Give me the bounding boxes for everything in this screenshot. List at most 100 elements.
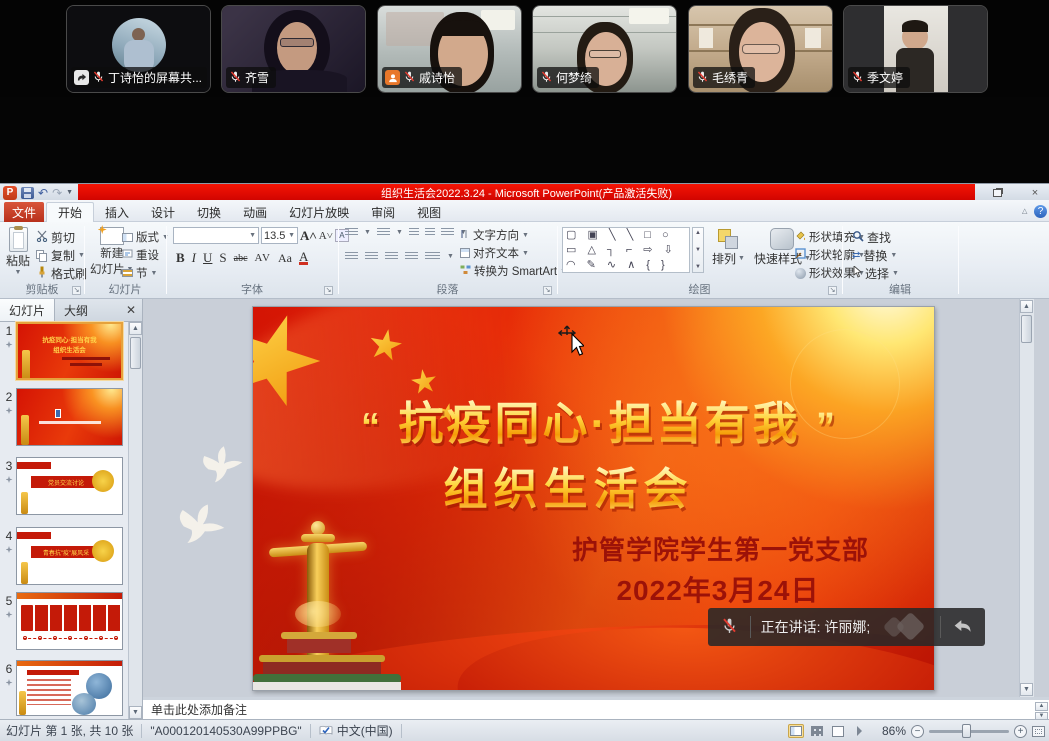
shapes-gallery[interactable]: ▢ ▣ ╲ ╲ □ ○ ▭ △ ┐ ⌐ ⇨ ⇩ ◠ ✎ ∿ ∧ { } — [562, 227, 690, 273]
zoom-out-button[interactable]: − — [911, 725, 924, 738]
participant-tile[interactable]: 毛绣青 — [688, 5, 833, 93]
tab-review[interactable]: 审阅 — [360, 202, 406, 222]
scroll-up-icon[interactable]: ▲ — [1020, 300, 1033, 313]
scrollbar-thumb[interactable] — [1021, 315, 1032, 343]
slide-date[interactable]: 2022年3月24日 — [583, 569, 853, 609]
reset-button[interactable]: 重设 — [122, 247, 159, 263]
zoom-in-button[interactable]: + — [1014, 725, 1027, 738]
format-painter-button[interactable]: 格式刷 — [36, 265, 87, 282]
convert-smartart-button[interactable]: 转换为 SmartArt▼ — [460, 263, 567, 279]
align-center-icon[interactable] — [365, 252, 378, 261]
animation-star-icon[interactable] — [6, 611, 13, 618]
zoom-slider[interactable] — [929, 724, 1009, 738]
normal-view-button[interactable] — [788, 724, 804, 738]
decrease-indent-icon[interactable] — [409, 228, 419, 237]
strikethrough-button[interactable]: abc — [234, 253, 248, 264]
copy-button[interactable]: 复制▼ — [36, 247, 85, 264]
save-button[interactable] — [21, 187, 34, 199]
slide-sorter-button[interactable] — [809, 724, 825, 738]
participant-tile[interactable]: 齐雪 — [221, 5, 366, 93]
align-left-icon[interactable] — [345, 252, 358, 261]
slide-title-line2[interactable]: 组织生活会 — [253, 453, 884, 517]
bullets-icon[interactable] — [345, 228, 358, 237]
change-case-button[interactable]: Aa — [278, 251, 292, 266]
slide-thumbnail-2[interactable] — [16, 388, 123, 446]
paste-button[interactable]: 粘贴▼ — [6, 227, 30, 276]
font-dialog-launcher[interactable]: ↘ — [324, 286, 333, 295]
scroll-up-icon[interactable]: ▲ — [129, 322, 142, 335]
minimize-ribbon-icon[interactable]: △ — [1022, 208, 1031, 215]
section-button[interactable]: 节▼ — [122, 265, 157, 281]
help-icon[interactable]: ? — [1034, 205, 1047, 218]
align-right-icon[interactable] — [385, 252, 398, 261]
slide-thumbnail-1[interactable]: 抗疫同心·担当有我 组织生活会 — [16, 322, 123, 380]
panel-scrollbar[interactable]: ▲ ▼ — [128, 322, 142, 719]
italic-button[interactable]: I — [192, 250, 196, 266]
animation-star-icon[interactable] — [6, 476, 13, 483]
shapes-gallery-scroll[interactable]: ▲▼▼ — [692, 227, 704, 273]
cut-button[interactable]: 剪切 — [36, 229, 75, 246]
shadow-button[interactable]: S — [219, 250, 226, 266]
shapes-row[interactable]: ▭ △ ┐ ⌐ ⇨ ⇩ — [566, 243, 686, 258]
animation-star-icon[interactable] — [6, 679, 13, 686]
editor-scrollbar[interactable]: ▲ ▼ — [1019, 299, 1034, 697]
tab-insert[interactable]: 插入 — [94, 202, 140, 222]
zoom-slider-thumb[interactable] — [962, 724, 971, 738]
columns-icon[interactable] — [425, 252, 440, 261]
bold-button[interactable]: B — [176, 250, 185, 266]
panel-tab-slides[interactable]: 幻灯片 — [0, 299, 55, 321]
scroll-down-icon[interactable]: ▼ — [1020, 683, 1033, 696]
find-button[interactable]: 查找 — [852, 229, 891, 246]
notes-scrollbar[interactable]: ▲ ▼ — [1035, 702, 1048, 720]
participant-tile[interactable]: 戚诗怡 — [377, 5, 522, 93]
tab-slideshow[interactable]: 幻灯片放映 — [278, 202, 360, 222]
slideshow-button[interactable] — [851, 724, 867, 738]
tab-transitions[interactable]: 切换 — [186, 202, 232, 222]
shapes-row[interactable]: ▢ ▣ ╲ ╲ □ ○ — [566, 228, 686, 243]
tab-file[interactable]: 文件 — [4, 202, 44, 222]
replace-button[interactable]: ⇄ 替换▼ — [852, 247, 897, 264]
layout-button[interactable]: 版式▼ — [122, 229, 169, 245]
shapes-row[interactable]: ◠ ✎ ∿ ∧ { } — [566, 258, 686, 273]
underline-button[interactable]: U — [203, 250, 212, 266]
restore-window-button[interactable] — [989, 186, 1005, 199]
select-button[interactable]: 选择▼ — [852, 265, 899, 282]
character-spacing-button[interactable]: AV — [255, 252, 271, 264]
panel-close-icon[interactable]: ✕ — [120, 299, 142, 321]
font-color-button[interactable]: A — [299, 251, 308, 265]
notes-pane[interactable]: 单击此处添加备注 ▲ ▼ — [143, 697, 1049, 719]
mic-muted-icon[interactable] — [708, 617, 750, 637]
slide-title-line1[interactable]: “ 抗疫同心·担当有我 ” — [273, 387, 926, 452]
qat-customize-icon[interactable]: ▼ — [66, 189, 73, 196]
justify-icon[interactable] — [405, 252, 418, 261]
language-indicator[interactable]: 中文(中国) — [319, 722, 393, 739]
tab-view[interactable]: 视图 — [406, 202, 452, 222]
powerpoint-app-icon[interactable]: P — [3, 186, 17, 200]
drawing-dialog-launcher[interactable]: ↘ — [828, 286, 837, 295]
fit-to-window-button[interactable] — [1032, 726, 1045, 737]
tab-home[interactable]: 开始 — [46, 202, 94, 222]
slide-thumbnail-5[interactable] — [16, 592, 123, 650]
animation-star-icon[interactable] — [6, 407, 13, 414]
animation-star-icon[interactable] — [6, 341, 13, 348]
text-direction-button[interactable]: 文字方向▼ — [460, 227, 529, 243]
align-text-button[interactable]: 对齐文本▼ — [460, 245, 529, 261]
reply-arrow-icon[interactable] — [941, 618, 985, 637]
slide-thumbnail-3[interactable]: 党员交流讨论 — [16, 457, 123, 515]
line-spacing-icon[interactable] — [441, 228, 454, 237]
participant-tile[interactable]: 何梦绮 — [532, 5, 677, 93]
participant-tile[interactable]: 丁诗怡的屏幕共... — [66, 5, 211, 93]
tab-animations[interactable]: 动画 — [232, 202, 278, 222]
grow-font-button[interactable]: A˄ — [300, 228, 317, 244]
undo-button[interactable]: ↶ — [38, 187, 48, 199]
scrollbar-thumb[interactable] — [130, 337, 141, 369]
slide-thumbnail-6[interactable] — [16, 660, 123, 716]
paragraph-dialog-launcher[interactable]: ↘ — [543, 286, 552, 295]
numbering-icon[interactable] — [377, 228, 390, 237]
arrange-button[interactable]: 排列▼ — [712, 228, 745, 267]
clipboard-dialog-launcher[interactable]: ↘ — [72, 286, 81, 295]
close-window-button[interactable]: × — [1027, 186, 1043, 199]
scroll-down-icon[interactable]: ▼ — [129, 706, 142, 719]
tab-design[interactable]: 设计 — [140, 202, 186, 222]
panel-tab-outline[interactable]: 大纲 — [55, 299, 97, 321]
